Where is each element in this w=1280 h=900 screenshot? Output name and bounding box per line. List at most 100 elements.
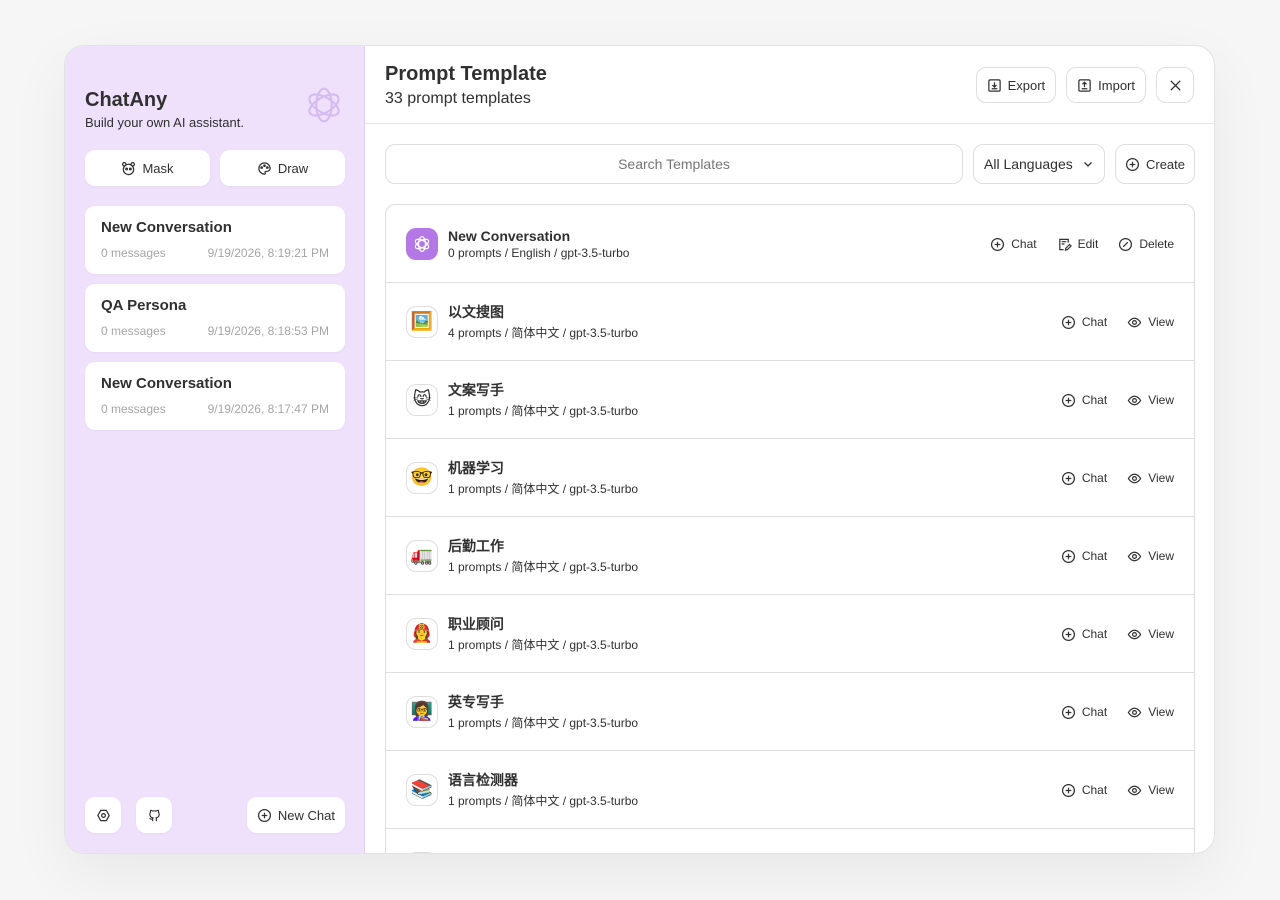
template-actions: Chat View bbox=[1061, 595, 1174, 673]
view-button[interactable]: View bbox=[1127, 783, 1174, 798]
template-meta: 0 prompts / English / gpt-3.5-turbo bbox=[448, 245, 630, 260]
template-actions: Chat View bbox=[1061, 439, 1174, 517]
view-button[interactable]: View bbox=[1127, 627, 1174, 642]
template-avatar bbox=[406, 851, 438, 853]
draw-button[interactable]: Draw bbox=[220, 150, 345, 186]
chat-button[interactable]: Chat bbox=[1061, 471, 1107, 486]
plus-circle-icon bbox=[1061, 705, 1075, 719]
language-select[interactable]: All Languages bbox=[973, 144, 1105, 184]
template-row: 😸 文案写手 1 prompts / 简体中文 / gpt-3.5-turbo … bbox=[386, 361, 1194, 439]
language-select-value: All Languages bbox=[984, 156, 1073, 172]
plus-circle-icon bbox=[1061, 627, 1075, 641]
view-label: View bbox=[1148, 549, 1174, 563]
create-label: Create bbox=[1145, 156, 1186, 172]
view-button[interactable]: View bbox=[1127, 705, 1174, 720]
chat-button[interactable]: Chat bbox=[990, 237, 1037, 252]
template-actions: Chat View bbox=[1061, 673, 1174, 751]
sidebar-footer: New Chat bbox=[85, 797, 345, 833]
template-row bbox=[386, 829, 1194, 853]
template-name: 语言检测器 bbox=[448, 772, 518, 788]
import-button[interactable]: Import bbox=[1066, 67, 1146, 103]
chat-button[interactable]: Chat bbox=[1061, 705, 1107, 720]
chat-label: Chat bbox=[1081, 393, 1108, 407]
template-meta: 1 prompts / 简体中文 / gpt-3.5-turbo bbox=[448, 638, 639, 652]
chat-button[interactable]: Chat bbox=[1061, 627, 1107, 642]
template-row: 🖼️ 以文搜图 4 prompts / 简体中文 / gpt-3.5-turbo… bbox=[386, 283, 1194, 361]
template-row: 👩‍🚒 职业顾问 1 prompts / 简体中文 / gpt-3.5-turb… bbox=[386, 595, 1194, 673]
chat-button[interactable]: Chat bbox=[1061, 315, 1107, 330]
plus-circle-icon bbox=[1061, 549, 1075, 563]
draw-button-label: Draw bbox=[277, 160, 309, 176]
page-title: Prompt Template bbox=[385, 63, 547, 85]
template-name: 文案写手 bbox=[448, 382, 504, 398]
view-button[interactable]: View bbox=[1127, 315, 1174, 330]
github-icon bbox=[148, 809, 160, 821]
search-input[interactable] bbox=[385, 144, 963, 184]
chat-label: Chat bbox=[1011, 237, 1037, 251]
delete-icon bbox=[1119, 237, 1133, 251]
template-row: New Conversation 0 prompts / English / g… bbox=[386, 205, 1194, 283]
export-button[interactable]: Export bbox=[975, 67, 1057, 103]
eye-icon bbox=[1127, 629, 1142, 639]
template-row: 🤓 机器学习 1 prompts / 简体中文 / gpt-3.5-turbo … bbox=[386, 439, 1194, 517]
mask-button[interactable]: Mask bbox=[85, 150, 210, 186]
template-row: 👩‍🏫 英专写手 1 prompts / 简体中文 / gpt-3.5-turb… bbox=[386, 673, 1194, 751]
plus-circle-icon bbox=[991, 237, 1005, 251]
eye-icon bbox=[1127, 707, 1142, 717]
template-avatar: 📚 bbox=[406, 773, 438, 806]
plus-circle-icon bbox=[1061, 783, 1075, 797]
session-item[interactable]: New Conversation 0 messages 9/19/2026, 8… bbox=[85, 362, 345, 430]
session-item[interactable]: New Conversation 0 messages 9/19/2026, 8… bbox=[85, 206, 345, 274]
session-message-count: 0 messages bbox=[101, 402, 166, 416]
template-list: New Conversation 0 prompts / English / g… bbox=[385, 204, 1195, 853]
view-label: View bbox=[1148, 471, 1174, 485]
template-actions: Chat View bbox=[1061, 751, 1174, 829]
close-icon bbox=[1169, 79, 1181, 91]
session-timestamp: 9/19/2026, 8:17:47 PM bbox=[207, 402, 329, 416]
mask-icon bbox=[122, 161, 136, 175]
edit-button[interactable]: Edit bbox=[1057, 237, 1099, 252]
view-button[interactable]: View bbox=[1127, 471, 1174, 486]
chat-button[interactable]: Chat bbox=[1061, 393, 1107, 408]
chat-button[interactable]: Chat bbox=[1061, 783, 1107, 798]
template-toolbar: All Languages Create bbox=[385, 144, 1195, 184]
new-chat-button[interactable]: New Chat bbox=[246, 797, 345, 833]
template-meta: 4 prompts / 简体中文 / gpt-3.5-turbo bbox=[448, 326, 639, 340]
eye-icon bbox=[1127, 395, 1142, 405]
app-title: ChatAny bbox=[85, 89, 168, 111]
chat-button[interactable]: Chat bbox=[1061, 549, 1107, 564]
openai-logo-icon bbox=[414, 235, 430, 252]
edit-label: Edit bbox=[1077, 237, 1099, 251]
chat-label: Chat bbox=[1081, 705, 1108, 719]
chevron-down-icon bbox=[1084, 162, 1092, 167]
mask-button-label: Mask bbox=[142, 160, 174, 176]
plus-circle-icon bbox=[1061, 315, 1075, 329]
template-avatar: 🚛 bbox=[406, 539, 438, 572]
view-button[interactable]: View bbox=[1127, 549, 1174, 564]
page-subtitle: 33 prompt templates bbox=[385, 90, 531, 107]
chat-label: Chat bbox=[1081, 315, 1108, 329]
view-button[interactable]: View bbox=[1127, 393, 1174, 408]
eye-icon bbox=[1127, 473, 1142, 483]
eye-icon bbox=[1127, 785, 1142, 795]
template-meta: 1 prompts / 简体中文 / gpt-3.5-turbo bbox=[448, 794, 639, 808]
delete-button[interactable]: Delete bbox=[1118, 237, 1174, 252]
session-list: New Conversation 0 messages 9/19/2026, 8… bbox=[85, 206, 345, 440]
main-panel: Prompt Template 33 prompt templates Expo… bbox=[365, 46, 1214, 853]
settings-button[interactable] bbox=[85, 797, 121, 833]
template-meta: 1 prompts / 简体中文 / gpt-3.5-turbo bbox=[448, 404, 639, 418]
create-button[interactable]: Create bbox=[1115, 144, 1195, 184]
plus-circle-icon bbox=[1061, 393, 1075, 407]
view-label: View bbox=[1148, 783, 1174, 797]
template-name: 后勤工作 bbox=[448, 538, 504, 554]
template-actions: Chat View bbox=[1061, 361, 1174, 439]
close-button[interactable] bbox=[1156, 67, 1194, 103]
openai-logo-icon bbox=[308, 87, 340, 123]
session-item[interactable]: QA Persona 0 messages 9/19/2026, 8:18:53… bbox=[85, 284, 345, 352]
template-avatar bbox=[406, 227, 438, 260]
palette-icon bbox=[258, 161, 271, 175]
session-timestamp: 9/19/2026, 8:18:53 PM bbox=[207, 324, 329, 338]
template-name: 职业顾问 bbox=[448, 616, 504, 632]
sidebar: ChatAny Build your own AI assistant. Mas… bbox=[65, 46, 365, 853]
github-button[interactable] bbox=[136, 797, 172, 833]
